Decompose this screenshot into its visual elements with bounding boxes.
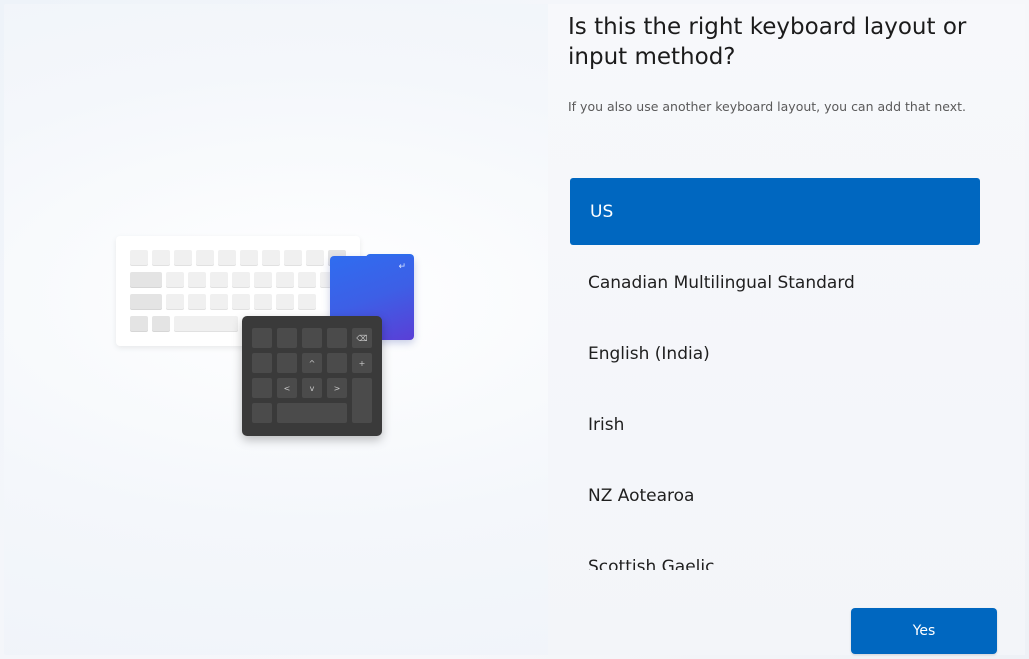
numpad-icon: ⌫ ^ + < v >	[242, 316, 382, 436]
up-key-icon: ^	[302, 353, 322, 373]
yes-button[interactable]: Yes	[851, 608, 997, 654]
left-key-icon: <	[277, 378, 297, 398]
page-title: Is this the right keyboard layout or inp…	[568, 14, 967, 70]
layout-item-us[interactable]: US	[570, 178, 980, 245]
down-key-icon: v	[302, 378, 322, 398]
right-key-icon: >	[327, 378, 347, 398]
layout-item-irish[interactable]: Irish	[570, 391, 980, 458]
keyboard-layout-list[interactable]: US Canadian Multilingual Standard Englis…	[570, 178, 980, 570]
plus-key-icon: +	[352, 353, 372, 373]
layout-item-nz-aotearoa[interactable]: NZ Aotearoa	[570, 462, 980, 529]
layout-item-canadian-multilingual-standard[interactable]: Canadian Multilingual Standard	[570, 249, 980, 316]
keyboard-illustration-icon: ↵ ⌫ ^ + < v >	[116, 232, 416, 442]
page-subtitle: If you also use another keyboard layout,…	[568, 99, 967, 114]
return-arrow-icon: ↵	[398, 262, 406, 272]
layout-item-english-india[interactable]: English (India)	[570, 320, 980, 387]
backspace-key-icon: ⌫	[352, 328, 372, 348]
layout-item-scottish-gaelic[interactable]: Scottish Gaelic	[570, 533, 980, 571]
